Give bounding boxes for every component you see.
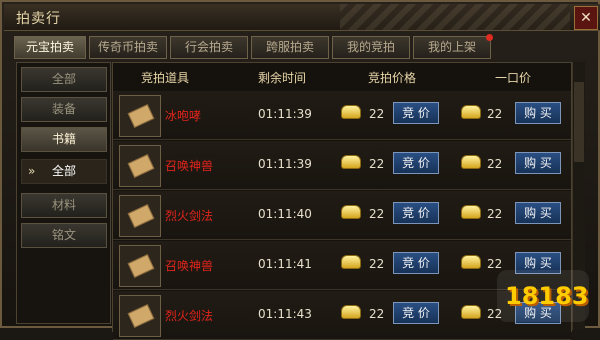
remaining-time: 01:11:39	[258, 107, 312, 121]
sidebar-item-books[interactable]: 书籍	[21, 127, 107, 152]
buy-button[interactable]: 购 买	[515, 202, 561, 224]
remaining-time: 01:11:43	[258, 307, 312, 321]
sidebar-item-materials[interactable]: 材料	[21, 193, 107, 218]
buyout-price: 22	[487, 107, 503, 121]
skill-book-icon[interactable]	[119, 195, 161, 237]
bid-price: 22	[369, 307, 385, 321]
notification-dot	[486, 34, 493, 41]
tab-my-bids[interactable]: 我的竞拍	[332, 36, 410, 59]
tab-legend-coin-auction[interactable]: 传奇币拍卖	[89, 36, 167, 59]
sidebar-subitem-all-books[interactable]: » 全部	[21, 159, 107, 184]
gold-ingot-icon	[461, 205, 481, 219]
title-bar: 拍卖行 ✕	[4, 4, 600, 31]
gold-ingot-icon	[461, 305, 481, 319]
book-icon	[127, 154, 155, 178]
gold-ingot-icon	[461, 255, 481, 269]
table-header: 竞拍道具 剩余时间 竞拍价格 一口价	[113, 63, 571, 89]
table-row: 烈火剑法 01:11:40 22 竞 价 22 购 买	[113, 191, 571, 240]
book-icon	[127, 204, 155, 228]
bid-button[interactable]: 竞 价	[393, 302, 439, 324]
header-bid-price: 竞拍价格	[368, 71, 417, 85]
sidebar-item-all[interactable]: 全部	[21, 67, 107, 92]
skill-book-icon[interactable]	[119, 295, 161, 337]
skill-book-icon[interactable]	[119, 95, 161, 137]
sidebar-subitem-label: 全部	[51, 164, 76, 178]
dragon-ornament	[340, 4, 570, 30]
tab-guild-auction[interactable]: 行会拍卖	[170, 36, 248, 59]
bid-price: 22	[369, 157, 385, 171]
bid-button[interactable]: 竞 价	[393, 252, 439, 274]
item-name: 烈火剑法	[165, 309, 214, 323]
book-icon	[127, 104, 155, 128]
bid-price: 22	[369, 107, 385, 121]
bid-button[interactable]: 竞 价	[393, 102, 439, 124]
selected-arrow-icon: »	[28, 164, 36, 178]
remaining-time: 01:11:40	[258, 207, 312, 221]
buy-button[interactable]: 购 买	[515, 152, 561, 174]
buy-button[interactable]: 购 买	[515, 102, 561, 124]
tab-my-listings-label: 我的上架	[427, 40, 476, 54]
header-time: 剩余时间	[258, 71, 307, 85]
close-button[interactable]: ✕	[574, 6, 598, 30]
remaining-time: 01:11:39	[258, 157, 312, 171]
item-name: 召唤神兽	[165, 159, 214, 173]
bid-button[interactable]: 竞 价	[393, 152, 439, 174]
gold-ingot-icon	[341, 255, 361, 269]
scrollbar-thumb[interactable]	[574, 82, 584, 162]
auction-window: 拍卖行 ✕ 元宝拍卖 传奇币拍卖 行会拍卖 跨服拍卖 我的竞拍 我的上架 全部 …	[0, 0, 600, 340]
gold-ingot-icon	[341, 305, 361, 319]
buyout-price: 22	[487, 257, 503, 271]
sidebar-item-equipment[interactable]: 装备	[21, 97, 107, 122]
buyout-price: 22	[487, 207, 503, 221]
bid-price: 22	[369, 257, 385, 271]
tab-yuanbao-auction[interactable]: 元宝拍卖	[14, 36, 86, 59]
header-buyout-price: 一口价	[495, 71, 532, 85]
gold-ingot-icon	[341, 155, 361, 169]
watermark-text: 18183	[505, 282, 589, 310]
header-item: 竞拍道具	[141, 71, 190, 85]
table-row: 召唤神兽 01:11:39 22 竞 价 22 购 买	[113, 141, 571, 190]
bid-button[interactable]: 竞 价	[393, 202, 439, 224]
window-title: 拍卖行	[16, 11, 61, 27]
item-name: 召唤神兽	[165, 259, 214, 273]
buyout-price: 22	[487, 157, 503, 171]
tab-cross-server-auction[interactable]: 跨服拍卖	[251, 36, 329, 59]
item-name: 烈火剑法	[165, 209, 214, 223]
gold-ingot-icon	[341, 105, 361, 119]
site-watermark: 18183	[497, 270, 589, 322]
gold-ingot-icon	[461, 105, 481, 119]
skill-book-icon[interactable]	[119, 145, 161, 187]
gold-ingot-icon	[341, 205, 361, 219]
book-icon	[127, 304, 155, 328]
tab-my-listings[interactable]: 我的上架	[413, 34, 493, 59]
category-sidebar: 全部 装备 书籍 » 全部 材料 铭文	[16, 62, 111, 324]
item-name: 冰咆哮	[165, 109, 202, 123]
gold-ingot-icon	[461, 155, 481, 169]
table-row: 冰咆哮 01:11:39 22 竞 价 22 购 买	[113, 91, 571, 140]
book-icon	[127, 254, 155, 278]
bid-price: 22	[369, 207, 385, 221]
sidebar-item-inscriptions[interactable]: 铭文	[21, 223, 107, 248]
remaining-time: 01:11:41	[258, 257, 312, 271]
skill-book-icon[interactable]	[119, 245, 161, 287]
